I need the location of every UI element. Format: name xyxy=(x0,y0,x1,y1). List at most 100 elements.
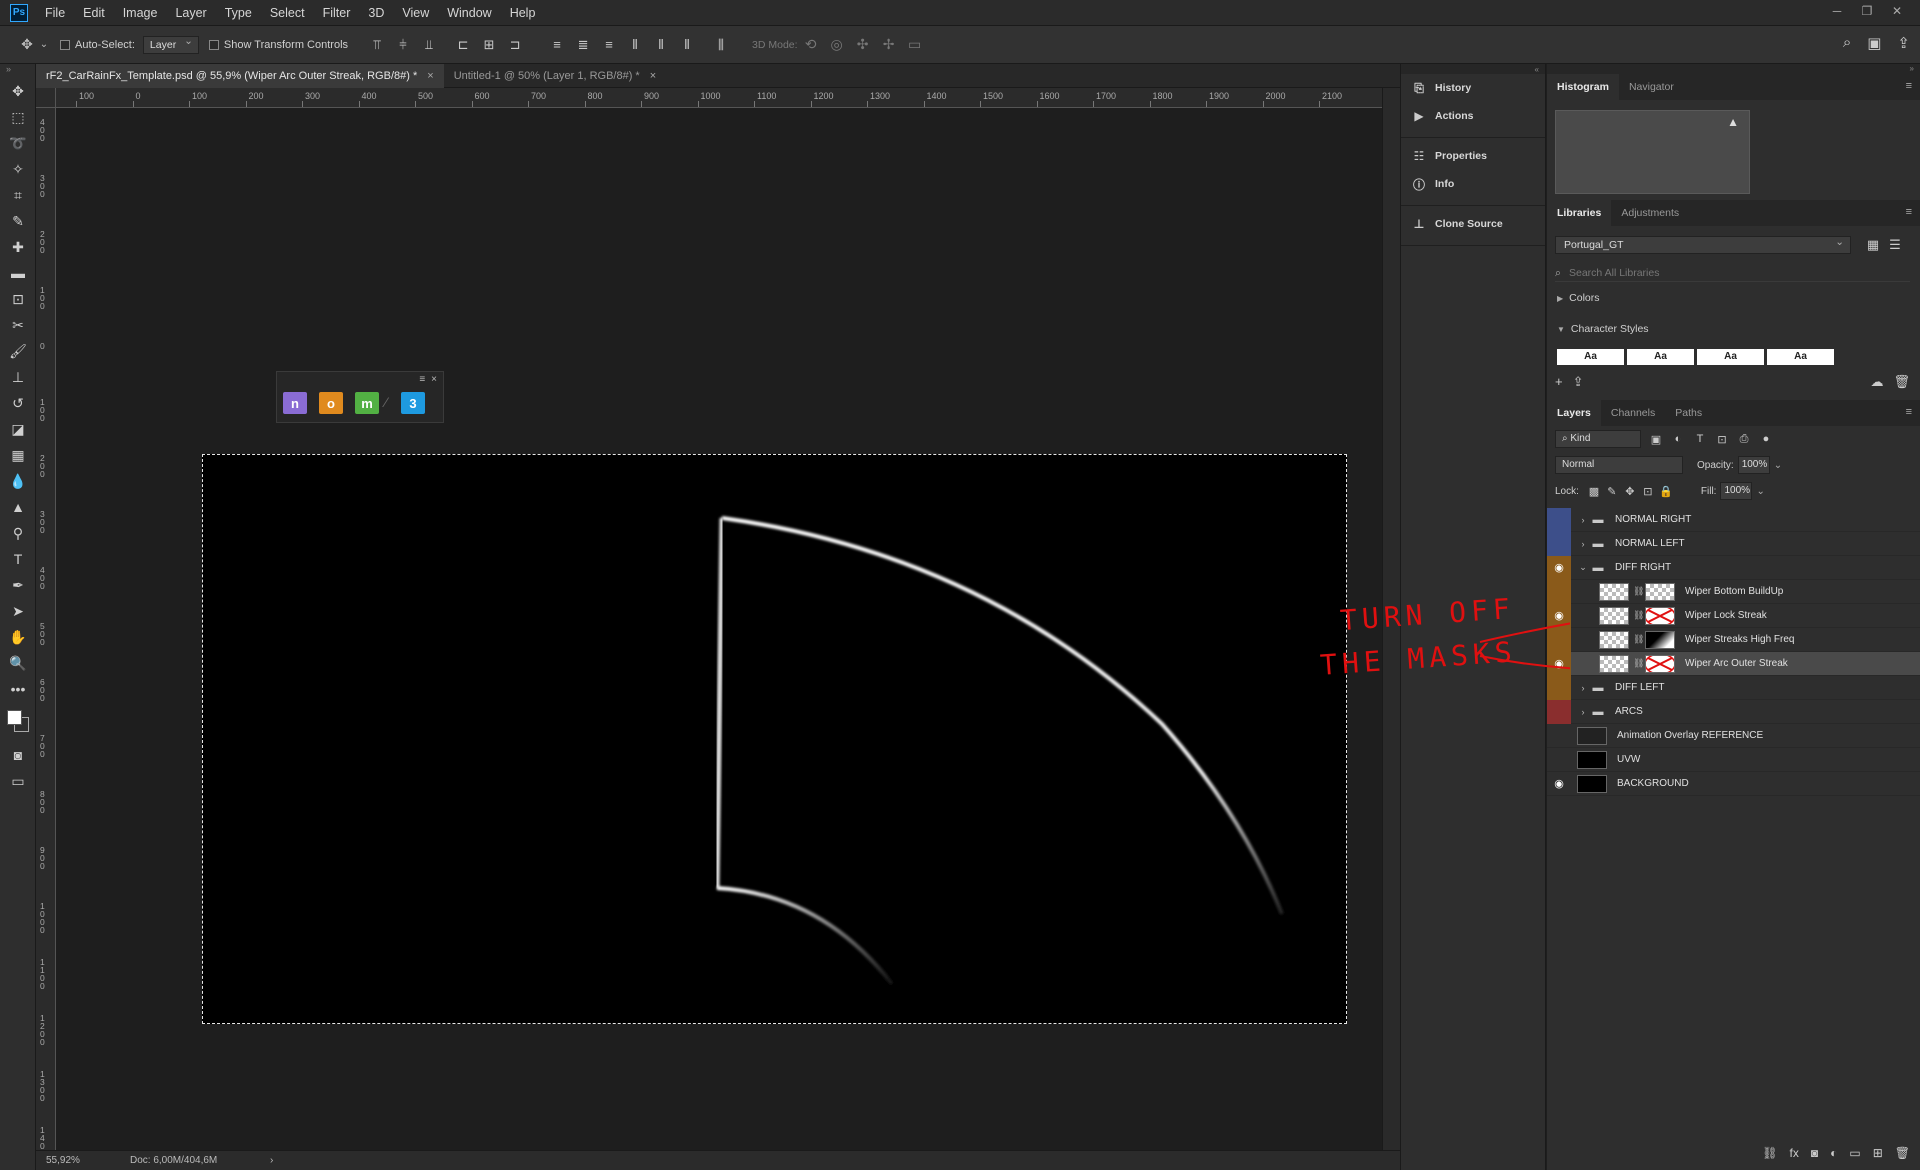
link-layers-icon[interactable]: ⛓ xyxy=(1762,1146,1777,1160)
link-icon[interactable]: ⛓ xyxy=(1633,610,1644,621)
eye-icon[interactable]: ◉ xyxy=(1547,772,1571,796)
menu-layer[interactable]: Layer xyxy=(166,0,215,26)
lock-transparent-icon[interactable]: ▩ xyxy=(1585,485,1603,498)
trash-icon[interactable]: 🗑 xyxy=(1895,1146,1910,1160)
canvas-area[interactable]: ≡ × n o m ⁄ 3 xyxy=(56,108,1382,1150)
close-icon[interactable]: × xyxy=(427,70,433,82)
lock-position-icon[interactable]: ✥ xyxy=(1621,485,1639,498)
link-icon[interactable]: ⛓ xyxy=(1633,658,1644,669)
ruler-corner[interactable] xyxy=(36,88,56,108)
character-styles-section[interactable]: ▼ Character Styles xyxy=(1557,323,1649,335)
align-top-icon[interactable]: ⫪ xyxy=(364,34,390,56)
layer-row[interactable]: ◉ ⛓ Wiper Arc Outer Streak xyxy=(1547,651,1920,676)
toolbar-collapse-icon[interactable]: » xyxy=(0,64,35,78)
more-tools-icon[interactable]: ••• xyxy=(0,676,36,702)
foreground-color-swatch[interactable] xyxy=(7,710,22,725)
magic-wand-tool-icon[interactable]: ✧ xyxy=(0,156,36,182)
character-style-swatch[interactable]: Aa xyxy=(1557,349,1624,365)
dodge-tool-icon[interactable]: ⚲ xyxy=(0,520,36,546)
character-style-swatch[interactable]: Aa xyxy=(1627,349,1694,365)
align-bottom-icon[interactable]: ⫫ xyxy=(416,34,442,56)
panel-menu-icon[interactable]: ≡ xyxy=(1906,206,1912,218)
auto-select-dropdown[interactable]: Layer xyxy=(142,35,199,54)
chevron-right-icon[interactable]: › xyxy=(1577,683,1589,693)
vertical-scrollbar[interactable] xyxy=(1382,88,1400,1150)
upload-icon[interactable]: ⇪ xyxy=(1573,374,1584,390)
menu-3d[interactable]: 3D xyxy=(359,0,393,26)
doc-tab[interactable]: Untitled-1 @ 50% (Layer 1, RGB/8#) * × xyxy=(444,64,666,88)
share-icon[interactable]: ⇪ xyxy=(1897,34,1910,52)
distribute-hcenter-icon[interactable]: ⦀ xyxy=(648,34,674,56)
blur-tool-icon[interactable]: 💧 xyxy=(0,468,36,494)
panel-menu-icon[interactable]: ≡ xyxy=(419,374,425,385)
plugin-button-o[interactable]: o xyxy=(319,392,343,414)
dock-info[interactable]: ⓘ Info xyxy=(1401,170,1545,198)
visibility-toggle[interactable] xyxy=(1547,531,1571,556)
menu-view[interactable]: View xyxy=(393,0,438,26)
ruler-horizontal[interactable]: 100 0 100 200 300 400 500 600 700 800 900 1000 1100 1… xyxy=(56,88,1382,108)
distribute-bottom-icon[interactable]: ≡ xyxy=(596,34,622,56)
visibility-toggle[interactable] xyxy=(1547,579,1571,604)
dock-clone-source[interactable]: ⊥ Clone Source xyxy=(1401,210,1545,238)
layer-row[interactable]: ⛓ Wiper Streaks High Freq xyxy=(1547,627,1920,652)
gradient-tool-icon[interactable]: ▦ xyxy=(0,442,36,468)
fill-field[interactable]: 100% xyxy=(1720,482,1753,500)
eye-icon[interactable]: ◉ xyxy=(1547,555,1571,580)
align-vcenter-icon[interactable]: ⫩ xyxy=(390,34,416,56)
menu-window[interactable]: Window xyxy=(438,0,500,26)
dock-history[interactable]: ⎘ History xyxy=(1401,74,1545,102)
chevron-right-icon[interactable]: › xyxy=(1577,515,1589,525)
menu-file[interactable]: File xyxy=(36,0,74,26)
dock-actions[interactable]: ▶ Actions xyxy=(1401,102,1545,130)
marquee-tool-icon[interactable]: ⬚ xyxy=(0,104,36,130)
distribute-right-icon[interactable]: ⦀ xyxy=(674,34,700,56)
close-icon[interactable]: × xyxy=(431,374,437,385)
menu-image[interactable]: Image xyxy=(114,0,167,26)
plugin-button-m[interactable]: m xyxy=(355,392,379,414)
chevron-down-icon[interactable]: ⌄ xyxy=(1577,562,1589,573)
layer-row[interactable]: Animation Overlay REFERENCE xyxy=(1547,724,1920,748)
history-brush-tool-icon[interactable]: ↺ xyxy=(0,390,36,416)
layer-row[interactable]: › ▬ NORMAL LEFT xyxy=(1547,531,1920,556)
close-icon[interactable]: ✕ xyxy=(1882,0,1912,22)
layer-row[interactable]: ◉ ⛓ Wiper Lock Streak xyxy=(1547,603,1920,628)
tool-preset-chevron-icon[interactable]: ⌄ xyxy=(38,34,50,56)
list-view-icon[interactable]: ☰ xyxy=(1887,237,1903,253)
distribute-top-icon[interactable]: ≡ xyxy=(544,34,570,56)
add-icon[interactable]: + xyxy=(1555,374,1563,390)
eraser-tool-icon[interactable]: ◪ xyxy=(0,416,36,442)
layer-row[interactable]: › ▬ ARCS xyxy=(1547,699,1920,724)
menu-type[interactable]: Type xyxy=(216,0,261,26)
screen-mode-icon[interactable]: ▭ xyxy=(0,768,36,794)
tab-paths[interactable]: Paths xyxy=(1665,400,1712,426)
scissors-tool-icon[interactable]: ✂ xyxy=(0,312,36,338)
tab-channels[interactable]: Channels xyxy=(1601,400,1665,426)
chevron-down-icon[interactable]: ⌄ xyxy=(1756,486,1764,497)
layer-mask-thumbnail[interactable] xyxy=(1645,630,1675,649)
adjustment-filter-icon[interactable]: ◐ xyxy=(1671,433,1685,445)
layer-mask-thumbnail[interactable] xyxy=(1644,652,1676,675)
color-swatches[interactable] xyxy=(0,702,36,742)
ruler-vertical[interactable]: 400 300 200 100 0 100 200 300 400 500 600 700 800 900… xyxy=(36,108,56,1150)
lasso-tool-icon[interactable]: ➰ xyxy=(0,130,36,156)
lock-artboard-icon[interactable]: ⊡ xyxy=(1639,485,1657,498)
new-layer-icon[interactable]: ⊞ xyxy=(1873,1146,1883,1160)
path-select-tool-icon[interactable]: ➤ xyxy=(0,598,36,624)
show-transform-checkbox[interactable]: Show Transform Controls xyxy=(208,39,348,51)
tab-libraries[interactable]: Libraries xyxy=(1547,200,1612,226)
visibility-toggle[interactable] xyxy=(1547,748,1571,772)
layer-row[interactable]: UVW xyxy=(1547,748,1920,772)
auto-select-checkbox[interactable]: Auto-Select: xyxy=(60,39,135,51)
sharpen-tool-icon[interactable]: ▲ xyxy=(0,494,36,520)
auto-align-icon[interactable]: ⫼ xyxy=(708,34,734,56)
align-left-icon[interactable]: ⊏ xyxy=(450,34,476,56)
lock-pixels-icon[interactable]: ✎ xyxy=(1603,485,1621,498)
zoom-level[interactable]: 55,92% xyxy=(46,1155,102,1166)
workspace-icon[interactable]: ▣ xyxy=(1867,34,1881,52)
type-tool-icon[interactable]: T xyxy=(0,546,36,572)
chevron-down-icon[interactable]: ⌄ xyxy=(1774,460,1782,471)
align-hcenter-icon[interactable]: ⊞ xyxy=(476,34,502,56)
character-style-swatch[interactable]: Aa xyxy=(1697,349,1764,365)
panel-menu-icon[interactable]: ≡ xyxy=(1906,406,1912,418)
opacity-field[interactable]: 100% xyxy=(1737,456,1770,474)
